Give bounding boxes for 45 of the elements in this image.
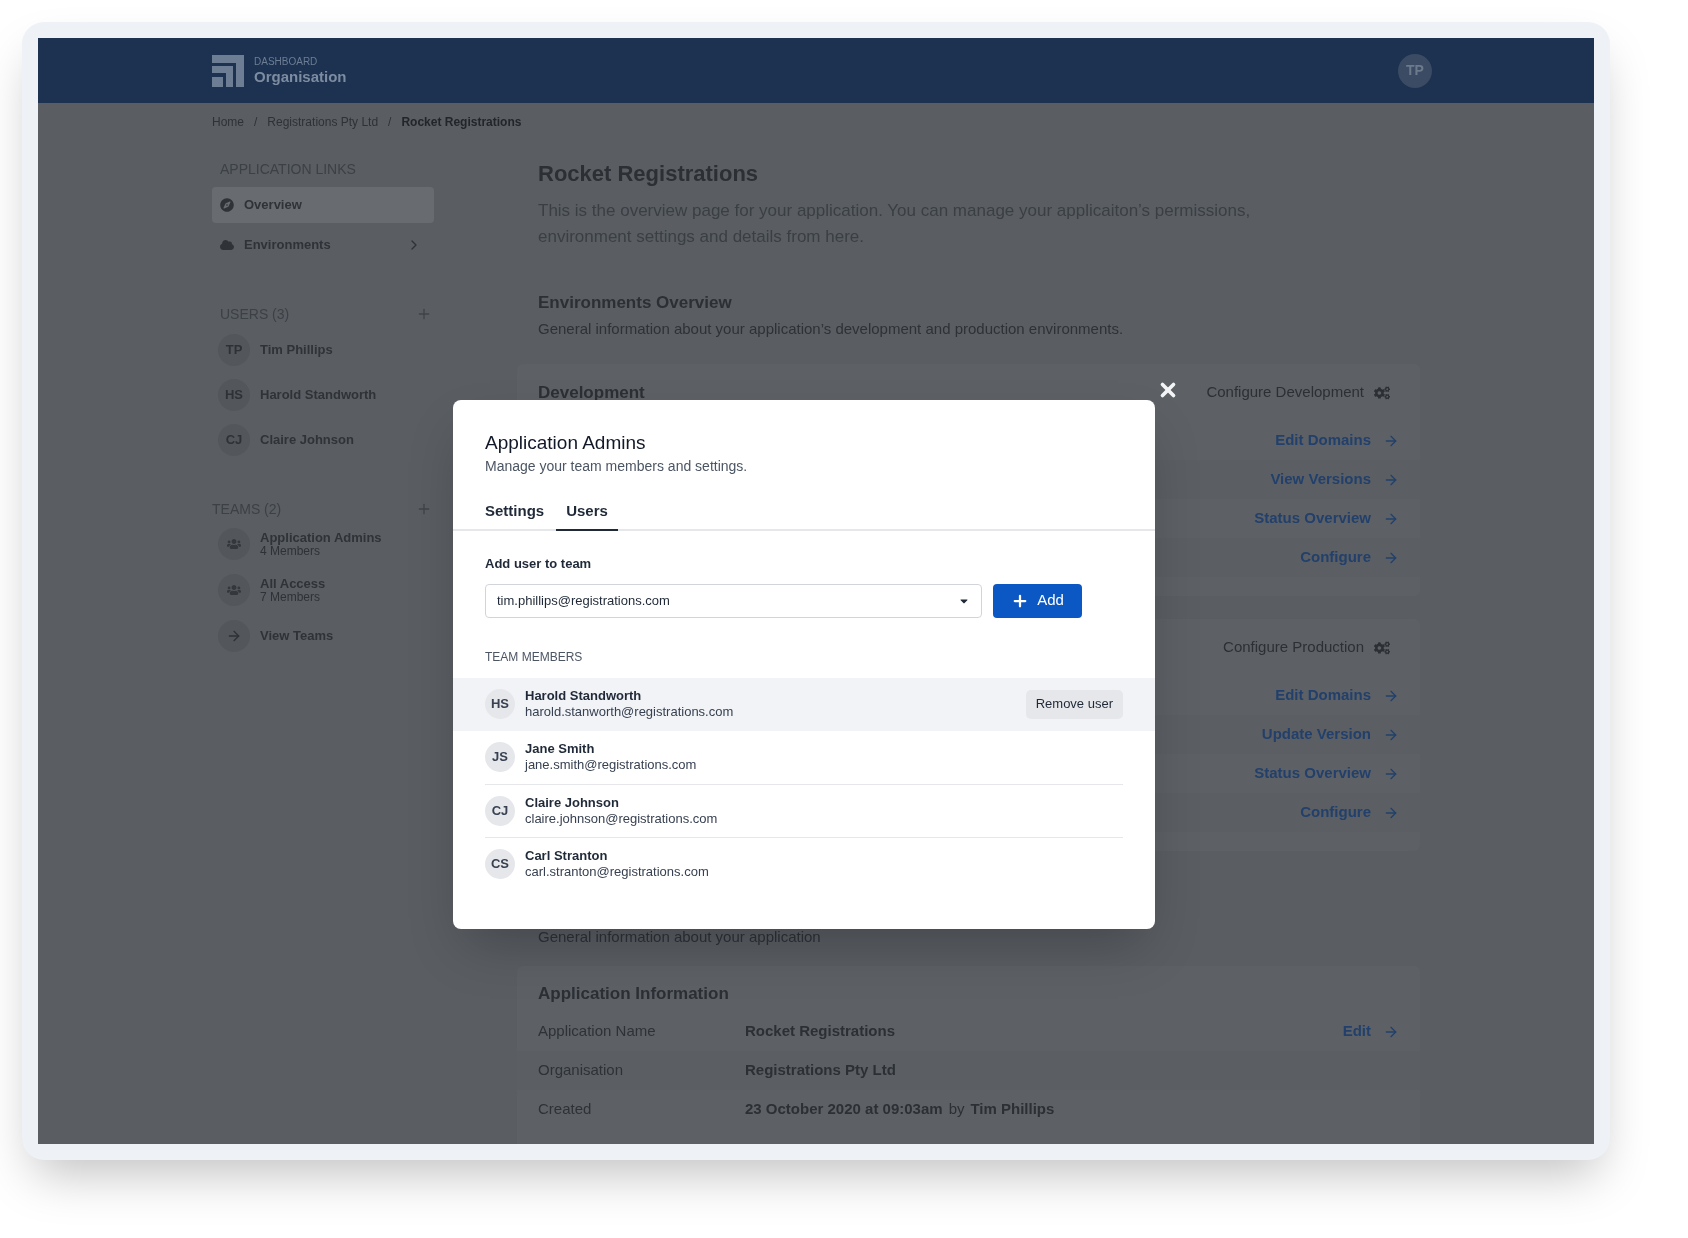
member-email: claire.johnson@registrations.com (525, 810, 719, 827)
team-avatar (218, 528, 250, 560)
brand-title: Organisation (254, 67, 347, 86)
member-email: carl.stranton@registrations.com (525, 863, 710, 880)
gears-icon (1374, 639, 1390, 656)
team-avatar (218, 574, 250, 606)
breadcrumb-separator: / (254, 114, 258, 130)
arrow-link[interactable]: View Versions (1270, 468, 1399, 491)
arrow-link[interactable]: Configure (1300, 546, 1399, 569)
arrow-avatar (218, 620, 250, 652)
arrow-link[interactable]: Edit Domains (1275, 429, 1399, 452)
add-button[interactable]: Add (993, 583, 1082, 618)
member-email: harold.stanworth@registrations.com (525, 704, 735, 720)
member-email: jane.smith@registrations.com (525, 757, 698, 773)
member-name: Claire Johnson (525, 794, 620, 811)
breadcrumb-separator: / (388, 114, 392, 130)
arrow-link[interactable]: Configure (1300, 801, 1399, 824)
arrow-link[interactable]: Status Overview (1254, 507, 1399, 530)
logo-icon (212, 54, 244, 87)
member-name: Carl Stranton (525, 847, 609, 864)
gears-icon (1374, 384, 1390, 401)
avatar: JS (485, 742, 515, 772)
user-select[interactable]: tim.phillips@registrations.com (485, 583, 982, 618)
compass-icon (220, 198, 234, 212)
add-icon[interactable] (416, 306, 432, 322)
add-icon[interactable] (416, 501, 432, 517)
arrow-link[interactable]: Update Version (1261, 723, 1399, 746)
tab[interactable]: Users (556, 493, 618, 531)
sidebar-item[interactable]: Overview (212, 187, 434, 223)
arrow-link[interactable]: Status Overview (1254, 762, 1399, 785)
cloud-icon (220, 238, 234, 252)
remove-user-button[interactable]: Remove user (1025, 689, 1123, 719)
avatar: CJ (485, 795, 515, 826)
modal-subtitle: Manage your team members and settings. (485, 457, 749, 476)
avatar: HS (485, 689, 515, 719)
edit-link[interactable]: Edit (1342, 1020, 1399, 1043)
modal-title: Application Admins (485, 431, 647, 455)
tab[interactable]: Settings (475, 493, 555, 531)
section-label: TEAM MEMBERS (485, 648, 584, 666)
arrow-link[interactable]: Edit Domains (1275, 684, 1399, 707)
brand-kicker: DASHBOARD (254, 55, 319, 68)
field-label: Add user to team (485, 555, 593, 573)
avatar: CS (485, 848, 515, 879)
member-name: Jane Smith (525, 741, 596, 757)
member-name: Harold Standworth (525, 688, 643, 704)
